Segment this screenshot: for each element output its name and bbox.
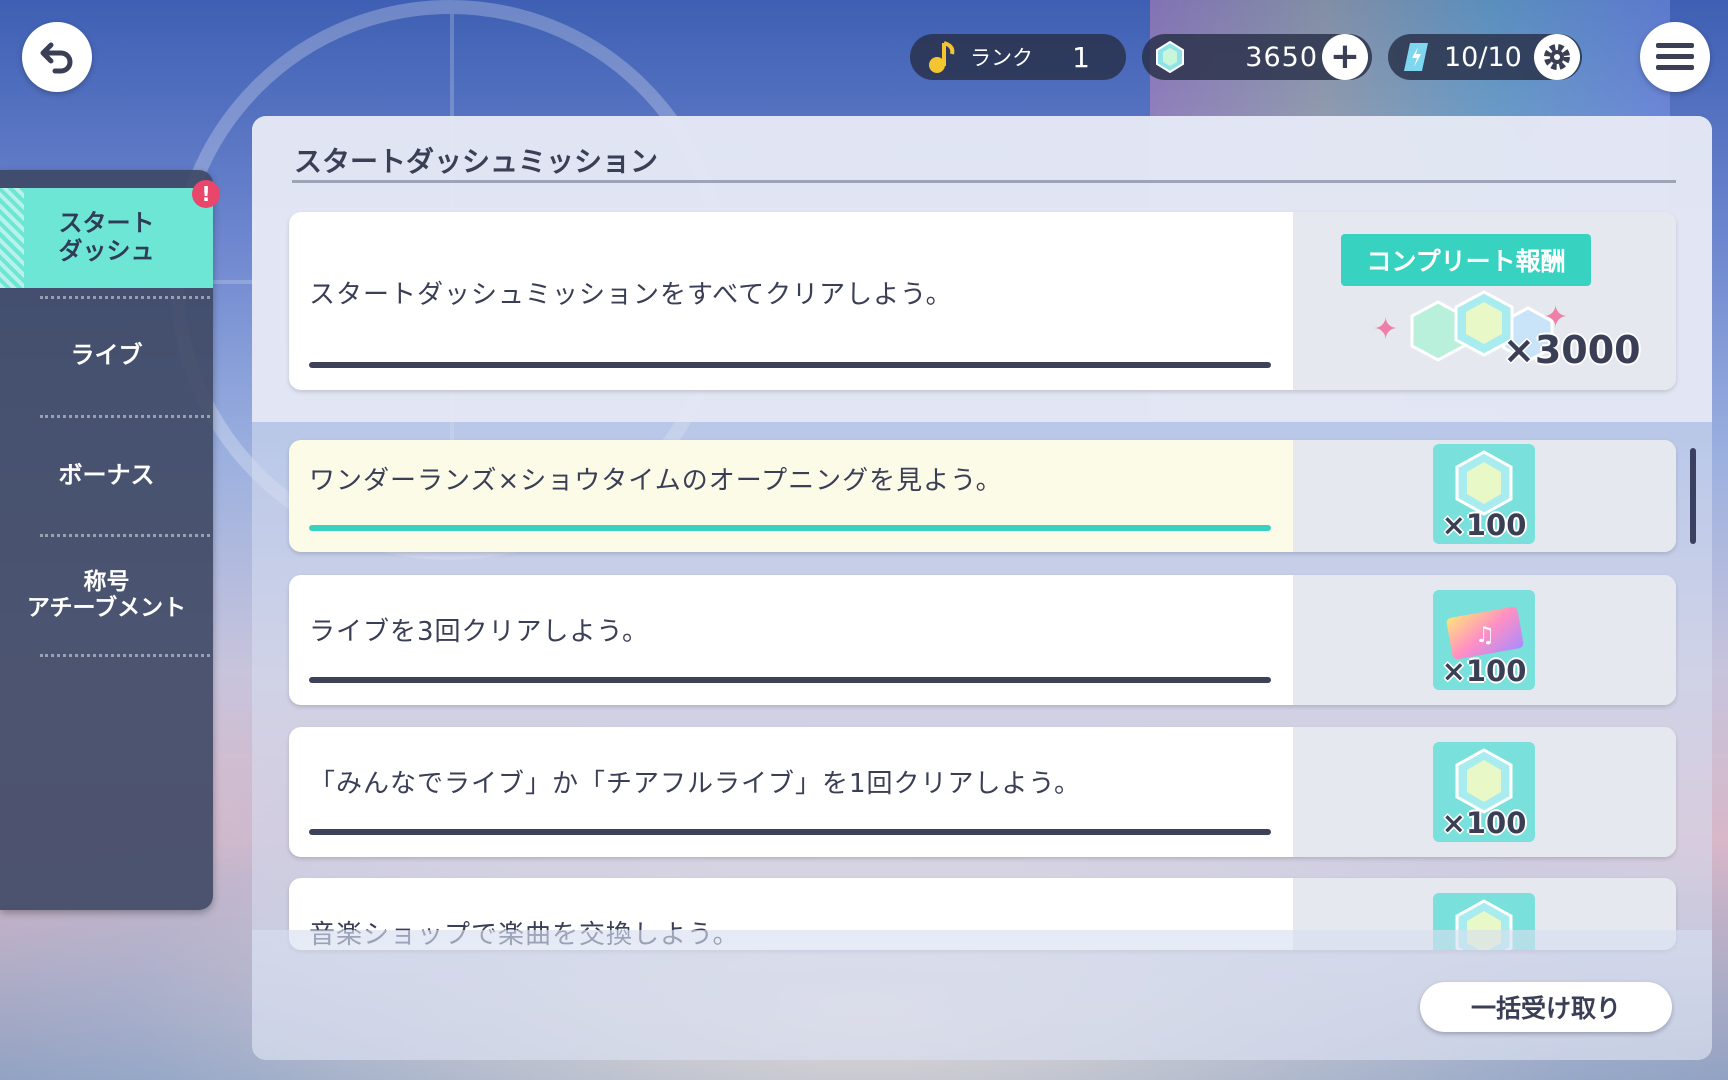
sparkle-icon: ✦ — [1373, 312, 1399, 347]
reward-quantity: ×100 — [1441, 508, 1527, 542]
reward-tile: ♫ ×100 — [1433, 590, 1535, 690]
mission-card: 「みんなでライブ」か「チアフルライブ」を1回クリアしよう。 ×100 — [289, 727, 1676, 857]
music-note-icon — [929, 41, 955, 73]
page-title: スタートダッシュミッション — [294, 145, 659, 178]
sidebar-divider — [40, 415, 210, 418]
gem-icon — [1156, 41, 1184, 73]
reward-tile: ×100 — [1433, 444, 1535, 544]
gem-count: 3650 — [1245, 41, 1318, 73]
menu-button[interactable] — [1640, 22, 1710, 92]
mission-text: ワンダーランズ×ショウタイムのオープニングを見よう。 — [309, 466, 1003, 496]
reward-tile: ×100 — [1433, 742, 1535, 842]
sidebar-divider — [40, 654, 210, 657]
back-arrow-icon — [40, 42, 73, 74]
mission-text: 「みんなでライブ」か「チアフルライブ」を1回クリアしよう。 — [309, 769, 1081, 799]
complete-reward-area[interactable]: コンプリート報酬 ✦ ✦ ×3000 — [1293, 212, 1676, 390]
reward-quantity: ×100 — [1441, 806, 1527, 840]
back-button[interactable] — [22, 22, 92, 92]
claim-all-button[interactable]: 一括受け取り — [1420, 982, 1672, 1032]
mission-text: スタートダッシュミッションをすべてクリアしよう。 — [309, 280, 953, 310]
gem-icon — [1455, 748, 1513, 814]
sidebar-divider — [40, 296, 210, 299]
rank-value: 1 — [1072, 40, 1090, 74]
sidebar-divider — [40, 534, 210, 537]
title-divider — [292, 180, 1676, 183]
complete-reward-quantity: ×3000 — [1503, 328, 1641, 372]
sidebar-item-label: ボーナス — [58, 461, 155, 490]
mission-progress-bar — [309, 525, 1271, 531]
complete-reward-banner: コンプリート報酬 — [1341, 234, 1591, 286]
add-gems-button[interactable]: + — [1322, 34, 1368, 80]
mission-list-scrollbar[interactable] — [1690, 448, 1696, 544]
notification-badge: ! — [192, 180, 220, 208]
mission-progress-bar — [309, 362, 1271, 368]
energy-icon — [1404, 43, 1428, 71]
gear-icon — [1544, 44, 1570, 70]
hamburger-menu-icon — [1656, 43, 1694, 70]
sidebar-item-live[interactable]: ライブ — [0, 304, 213, 408]
sidebar-item-label: 称号 アチーブメント — [26, 568, 187, 621]
mission-text: ライブを3回クリアしよう。 — [309, 617, 649, 647]
mission-card: ライブを3回クリアしよう。 ♫ ×100 — [289, 575, 1676, 705]
rank-display: ランク 1 — [910, 34, 1126, 80]
mission-progress-bar — [309, 829, 1271, 835]
complete-mission-card: スタートダッシュミッションをすべてクリアしよう。 コンプリート報酬 ✦ ✦ ×3… — [289, 212, 1676, 390]
settings-button[interactable] — [1534, 34, 1580, 80]
svg-text:♫: ♫ — [1475, 623, 1495, 648]
sidebar-item-label: スタート ダッシュ — [58, 209, 155, 265]
rank-label: ランク — [970, 46, 1033, 70]
mission-card: ワンダーランズ×ショウタイムのオープニングを見よう。 ×100 — [289, 440, 1676, 552]
sidebar-item-bonus[interactable]: ボーナス — [0, 424, 213, 528]
mission-reward-area[interactable]: ♫ ×100 — [1293, 575, 1676, 705]
gem-icon — [1455, 450, 1513, 516]
energy-count: 10/10 — [1444, 41, 1522, 73]
mission-reward-area[interactable]: ×100 — [1293, 727, 1676, 857]
mission-progress-bar — [309, 677, 1271, 683]
reward-quantity: ×100 — [1441, 654, 1527, 688]
live-ticket-icon: ♫ — [1446, 606, 1524, 660]
sidebar-item-start-dash[interactable]: スタート ダッシュ — [0, 188, 213, 288]
sidebar-item-label: ライブ — [70, 341, 143, 370]
mission-category-sidebar: スタート ダッシュ ライブ ボーナス 称号 アチーブメント — [0, 170, 213, 910]
mission-reward-area[interactable]: ×100 — [1293, 440, 1676, 552]
sidebar-item-achievements[interactable]: 称号 アチーブメント — [0, 543, 213, 647]
plus-icon: + — [1329, 36, 1361, 77]
